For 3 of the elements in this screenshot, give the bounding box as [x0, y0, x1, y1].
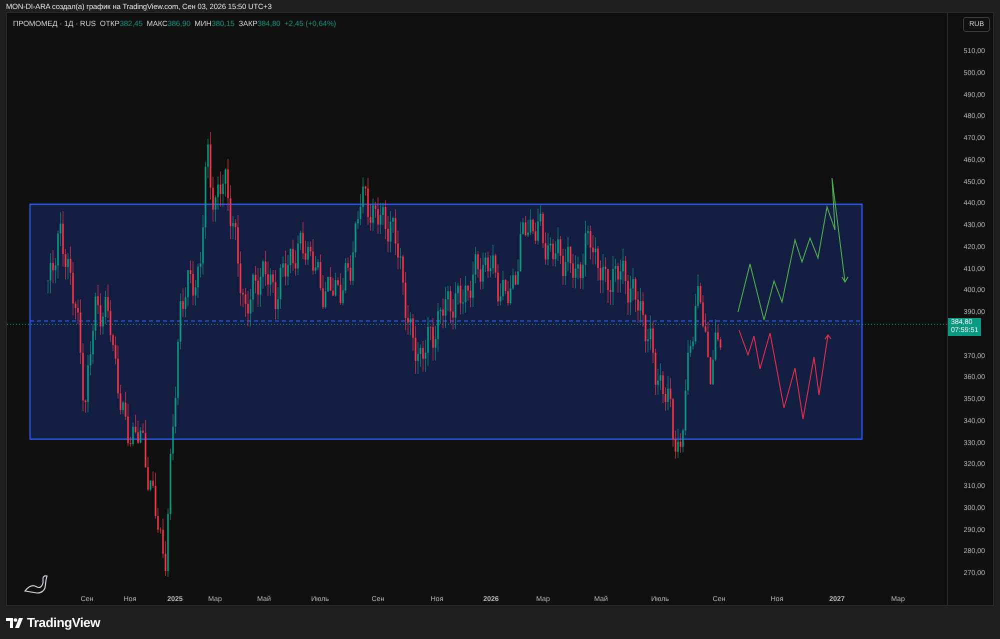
dinosaur-icon — [24, 575, 48, 594]
logo-icon — [6, 618, 24, 628]
brand-name: TradingView — [27, 615, 100, 630]
